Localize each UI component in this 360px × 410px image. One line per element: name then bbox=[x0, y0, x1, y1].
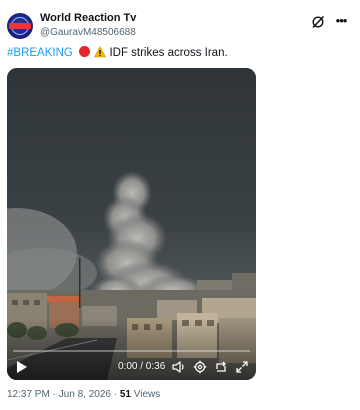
author-handle[interactable]: @GauravM48506688 bbox=[40, 27, 136, 39]
avatar[interactable] bbox=[7, 13, 33, 39]
tweet-post: World Reaction Tv @GauravM48506688 ••• #… bbox=[0, 0, 360, 410]
play-icon[interactable] bbox=[16, 360, 28, 374]
post-date[interactable]: Jun 8, 2026 bbox=[59, 389, 111, 400]
meta-separator: · bbox=[110, 389, 120, 400]
volume-icon[interactable] bbox=[172, 360, 186, 374]
video-controls: 0:00 / 0:36 bbox=[7, 346, 256, 380]
post-header: World Reaction Tv @GauravM48506688 ••• bbox=[7, 10, 353, 44]
author-display-name[interactable]: World Reaction Tv bbox=[40, 12, 136, 25]
progress-bar[interactable] bbox=[13, 350, 250, 352]
settings-icon[interactable] bbox=[193, 360, 207, 374]
meta-separator: · bbox=[49, 389, 59, 400]
loop-icon[interactable] bbox=[214, 360, 228, 374]
hashtag-link[interactable]: #BREAKING bbox=[7, 47, 73, 59]
video-time: 0:00 / 0:36 bbox=[118, 361, 166, 372]
video-player[interactable]: 0:00 / 0:36 bbox=[7, 68, 256, 380]
fullscreen-icon[interactable] bbox=[235, 360, 249, 374]
video-frame bbox=[7, 68, 256, 380]
red-circle-emoji bbox=[79, 46, 91, 57]
views-count: 51 bbox=[119, 389, 131, 400]
grok-icon[interactable] bbox=[311, 15, 325, 29]
news-band bbox=[9, 23, 31, 29]
views-label: Views bbox=[133, 389, 161, 400]
tweet-body: IDF strikes across Iran. bbox=[109, 47, 228, 59]
tweet-text: #BREAKING IDF strikes across Iran. bbox=[7, 46, 228, 61]
post-time[interactable]: 12:37 PM bbox=[7, 389, 50, 400]
warning-emoji bbox=[94, 46, 107, 58]
more-options-icon[interactable]: ••• bbox=[333, 14, 349, 29]
post-meta: 12:37 PM · Jun 8, 2026 · 51 Views bbox=[7, 389, 160, 401]
